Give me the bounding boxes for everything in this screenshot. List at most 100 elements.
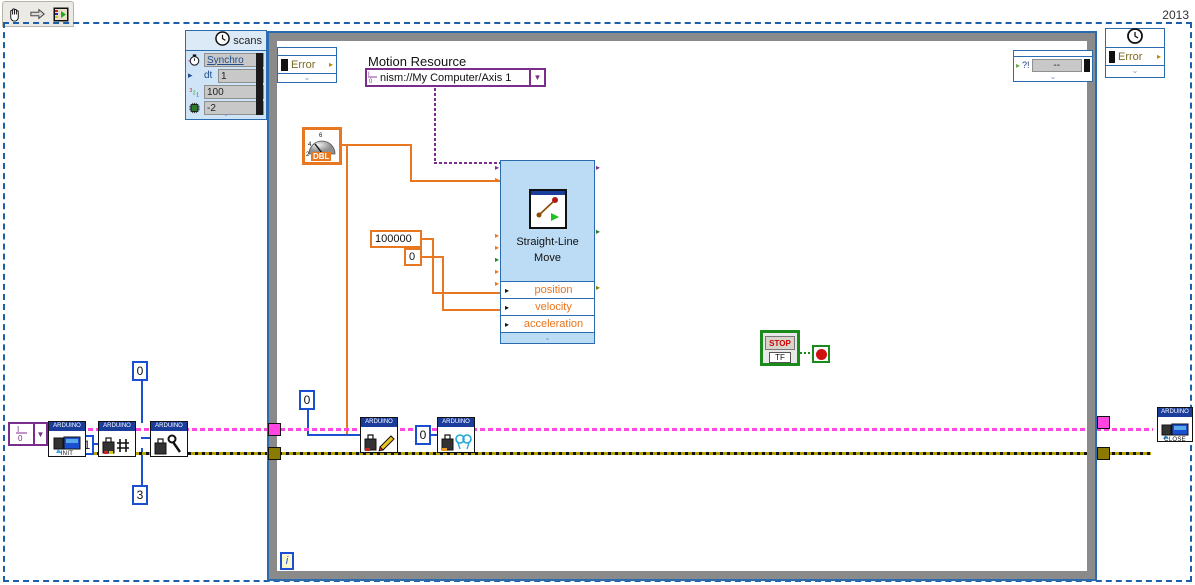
timing-node-header: scans bbox=[186, 30, 266, 51]
error-indicator-header bbox=[1106, 27, 1164, 49]
icon-title-bar bbox=[530, 191, 565, 195]
input-arrow-icon: ▸ bbox=[504, 285, 509, 295]
arduino-pinmode-glyph bbox=[99, 431, 135, 458]
timing-row-priority[interactable]: 3 2 1 100 bbox=[188, 84, 264, 99]
stop-button-label[interactable]: STOP bbox=[765, 336, 795, 350]
svg-text:1: 1 bbox=[196, 92, 199, 98]
timing-row-synchro[interactable]: Synchro bbox=[188, 52, 264, 67]
motion-resource-value[interactable]: nism://My Computer/Axis 1 bbox=[380, 72, 529, 84]
slm-expand-chevron[interactable]: ⌄ bbox=[501, 332, 594, 343]
arduino-write-vi[interactable]: ARDUINO bbox=[360, 417, 398, 453]
connector-pane-icon[interactable] bbox=[52, 5, 70, 23]
timed-loop-right-data-node[interactable]: ▸ ?! -- ⌄ bbox=[1013, 50, 1093, 82]
slm-pin-c[interactable]: ▸ bbox=[495, 256, 499, 264]
svg-text:0: 0 bbox=[369, 79, 373, 84]
input-arrow-icon: ▸ bbox=[504, 302, 509, 312]
slm-pin-a[interactable]: ▸ bbox=[495, 232, 499, 240]
loop-zero-constant[interactable]: 0 bbox=[299, 390, 315, 410]
arduino-read-vi[interactable]: ARDUINO bbox=[437, 417, 475, 453]
straight-line-move-title-line2: Move bbox=[534, 252, 561, 264]
slm-pin-e[interactable]: ▸ bbox=[495, 280, 499, 288]
acceleration-constant[interactable]: 0 bbox=[404, 248, 422, 266]
slm-out-resource[interactable]: ▸ bbox=[596, 164, 600, 172]
visa-refnum-control[interactable]: I 0 ▼ bbox=[8, 422, 48, 446]
error-indicator-expand-chevron[interactable]: ⌄ bbox=[1106, 65, 1164, 75]
timed-loop-structure[interactable] bbox=[267, 31, 1097, 581]
timing-node-sidebar bbox=[256, 53, 263, 115]
timing-row-dt[interactable]: ▸ dt 1 bbox=[188, 68, 264, 83]
chevron-down-icon[interactable]: ▼ bbox=[33, 424, 46, 444]
timing-value-priority[interactable]: 100 bbox=[204, 84, 264, 99]
arduino-read-zero-constant[interactable]: 0 bbox=[415, 425, 431, 445]
right-node-value[interactable]: -- bbox=[1031, 58, 1082, 72]
slm-pin-move[interactable]: ▸ bbox=[495, 176, 499, 184]
stop-sign-icon bbox=[815, 348, 827, 360]
arduino-configure-vi[interactable]: ARDUINO bbox=[150, 421, 188, 457]
arduino-header: ARDUINO bbox=[49, 422, 85, 431]
timing-value-synchro[interactable]: Synchro bbox=[204, 52, 264, 67]
arduino-init-vi[interactable]: ARDUINO INIT bbox=[48, 421, 86, 457]
slm-pin-d[interactable]: ▸ bbox=[495, 268, 499, 276]
slm-terminal-position-label: position bbox=[534, 284, 573, 296]
slm-terminal-list: ▸ position ▸ velocity ▸ acceleration bbox=[501, 281, 594, 332]
loop-stop-terminal[interactable] bbox=[812, 345, 830, 363]
timing-node-expand-chevron[interactable]: ⌄ bbox=[186, 109, 266, 119]
timed-loop-left-data-node[interactable]: Error ▸ ⌄ bbox=[277, 47, 337, 83]
tunnel-refnum-right[interactable] bbox=[1097, 416, 1110, 429]
right-node-value-row[interactable]: ▸ ?! -- bbox=[1014, 57, 1092, 73]
slm-pin-b[interactable]: ▸ bbox=[495, 244, 499, 252]
straight-line-move-title-line1: Straight-Line bbox=[516, 236, 579, 248]
chevron-down-icon[interactable]: ▼ bbox=[529, 70, 544, 85]
motion-resource-combo[interactable]: I 0 nism://My Computer/Axis 1 ▼ bbox=[365, 68, 546, 87]
slm-terminal-velocity-label: velocity bbox=[535, 301, 572, 313]
labview-version-label: 2013 bbox=[1162, 8, 1189, 22]
left-node-top-strip bbox=[278, 48, 336, 56]
clock-icon bbox=[1127, 27, 1143, 49]
tunnel-error-right[interactable] bbox=[1097, 447, 1110, 460]
slm-pin-resource[interactable]: ▸ bbox=[495, 164, 499, 172]
arduino-header: ARDUINO bbox=[151, 422, 187, 431]
slm-terminal-velocity[interactable]: ▸ velocity bbox=[501, 298, 594, 315]
right-node-arrow-icon: ▸ bbox=[1016, 60, 1021, 70]
arduino-init-glyph: INIT bbox=[49, 431, 85, 458]
arduino-configure-glyph bbox=[151, 431, 187, 458]
arrow-tool-icon[interactable] bbox=[29, 5, 47, 23]
svg-text:6: 6 bbox=[319, 133, 323, 139]
error-indicator-row[interactable]: Error ▸ bbox=[1106, 47, 1164, 65]
velocity-constant[interactable]: 100000 bbox=[370, 230, 422, 248]
arduino-read-glyph bbox=[438, 427, 474, 454]
arduino-header: ARDUINO bbox=[361, 418, 397, 427]
arduino-write-glyph bbox=[361, 427, 397, 454]
timing-source-node[interactable]: scans Synchro ▸ dt 1 3 2 1 100 -2 ⌄ bbox=[185, 30, 267, 120]
svg-text:2: 2 bbox=[193, 90, 196, 96]
knob-datatype-badge: DBL bbox=[311, 152, 332, 161]
arduino-header: ARDUINO bbox=[1158, 408, 1192, 417]
arduino-close-vi[interactable]: ARDUINO CLOSE bbox=[1157, 407, 1193, 443]
arduino-header: ARDUINO bbox=[99, 422, 135, 431]
slm-out-status[interactable]: ▸ bbox=[596, 228, 600, 236]
hand-tool-icon[interactable] bbox=[6, 5, 24, 23]
tunnel-refnum-left[interactable] bbox=[268, 423, 281, 436]
slm-terminal-acceleration[interactable]: ▸ acceleration bbox=[501, 315, 594, 332]
left-node-error-row[interactable]: Error ▸ bbox=[278, 56, 336, 73]
left-node-expand-chevron[interactable]: ⌄ bbox=[278, 73, 336, 82]
stopwatch-icon bbox=[188, 53, 204, 66]
right-node-terminal-square bbox=[1084, 58, 1090, 72]
error-indicator-label: Error bbox=[1118, 50, 1143, 63]
straight-line-move-express-vi[interactable]: ▸ ▸ ▸ ▸ ▸ ▸ ▸ ▸ ▸ ▸ Straight-Line Move ▸… bbox=[495, 160, 600, 344]
stop-boolean-control[interactable]: STOP TF bbox=[760, 330, 800, 366]
left-zero-constant[interactable]: 0 bbox=[132, 361, 148, 381]
slm-terminal-position[interactable]: ▸ position bbox=[501, 281, 594, 298]
wire-const0-down bbox=[141, 381, 143, 423]
timing-key-dt: dt bbox=[204, 70, 213, 81]
left-three-constant[interactable]: 3 bbox=[132, 485, 148, 505]
error-indicator[interactable]: Error ▸ ⌄ bbox=[1105, 27, 1165, 78]
right-node-expand-chevron[interactable]: ⌄ bbox=[1014, 73, 1092, 82]
motion-resource-label: Motion Resource bbox=[368, 54, 467, 69]
left-node-arrow-icon: ▸ bbox=[328, 60, 333, 69]
knob-control[interactable]: 4 6 2 DBL bbox=[302, 127, 342, 165]
input-arrow-icon: ▸ bbox=[504, 319, 509, 329]
arduino-set-pin-mode-vi[interactable]: ARDUINO bbox=[98, 421, 136, 457]
slm-out-error[interactable]: ▸ bbox=[596, 284, 600, 292]
tunnel-error-left[interactable] bbox=[268, 447, 281, 460]
